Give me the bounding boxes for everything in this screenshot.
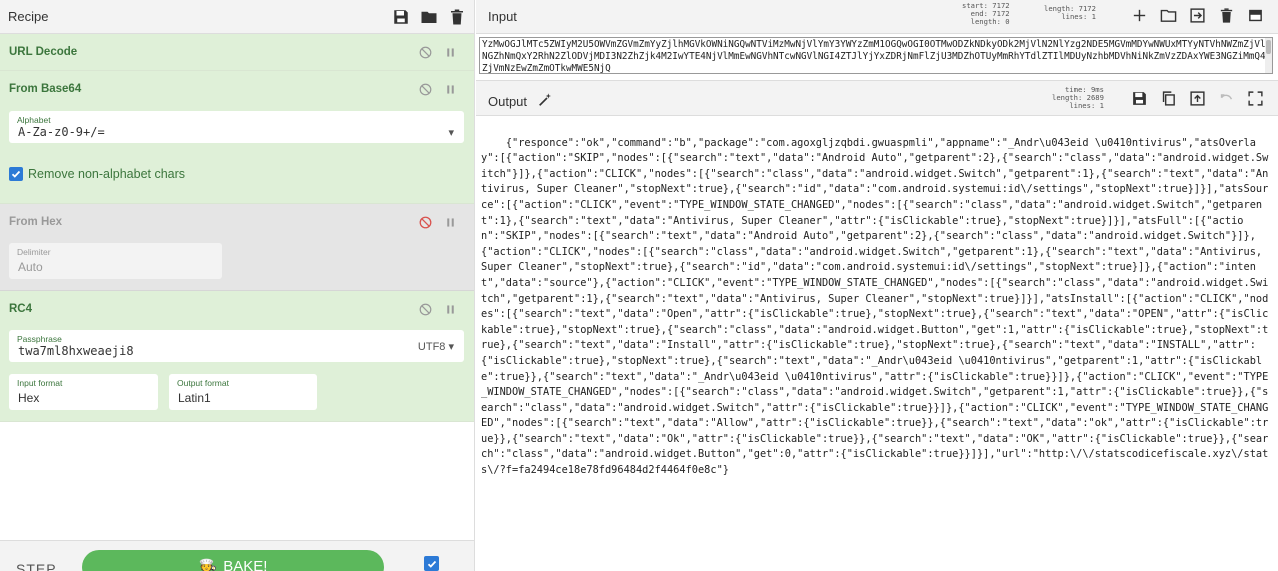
pause-icon[interactable]	[444, 83, 457, 96]
io-panel: Input start: 7172 end: 7172 length: 0 le…	[476, 0, 1278, 571]
delimiter-select[interactable]: Delimiter Auto	[9, 243, 222, 279]
maximize-icon[interactable]	[1247, 90, 1264, 107]
passphrase-input[interactable]: Passphrase twa7ml8hxweaeji8 UTF8 ▾	[9, 330, 464, 362]
recipe-title: Recipe	[8, 9, 49, 24]
operation-url-decode[interactable]: URL Decode	[0, 34, 474, 71]
step-button[interactable]: STEP	[16, 561, 57, 571]
passphrase-label: Passphrase	[17, 334, 62, 344]
undo-icon[interactable]	[1218, 90, 1235, 107]
disable-icon[interactable]	[419, 216, 432, 229]
disable-icon[interactable]	[419, 303, 432, 316]
operation-rc4[interactable]: RC4 Passphrase twa7ml8hxweaeji8 UTF8 ▾ I…	[0, 291, 474, 422]
trash-icon[interactable]	[448, 8, 466, 26]
copy-icon[interactable]	[1160, 90, 1177, 107]
operation-from-hex[interactable]: From Hex Delimiter Auto	[0, 204, 474, 291]
remove-non-alphabet-checkbox[interactable]: Remove non-alphabet chars	[9, 167, 185, 181]
save-icon[interactable]	[1131, 90, 1148, 107]
recipe-header: Recipe	[0, 0, 474, 34]
encoding-dropdown[interactable]: UTF8 ▾	[418, 340, 454, 353]
magic-wand-icon[interactable]	[537, 92, 553, 111]
output-header: Output time: 9ms length: 2689 lines: 1	[476, 80, 1278, 116]
disable-icon[interactable]	[419, 83, 432, 96]
remove-non-alphabet-label: Remove non-alphabet chars	[28, 167, 186, 181]
auto-bake-checkbox[interactable]	[424, 556, 439, 571]
folder-icon[interactable]	[420, 8, 438, 26]
input-text: YzMwOGJlMTc5ZWIyM2U5OWVmZGVmZmYyZjlhMGVk…	[482, 39, 1266, 74]
delimiter-value: Auto	[18, 260, 43, 274]
save-icon[interactable]	[392, 8, 410, 26]
disable-icon[interactable]	[419, 46, 432, 59]
input-length-stats: length: 7172 lines: 1	[1044, 4, 1096, 21]
bake-button[interactable]: 🧑‍🍳 BAKE!	[82, 550, 384, 571]
encoding-value: UTF8	[417, 341, 446, 353]
operation-title: From Base64	[9, 83, 82, 95]
output-textarea[interactable]: {"responce":"ok","command":"b","package"…	[481, 120, 1271, 565]
replace-input-icon[interactable]	[1189, 90, 1206, 107]
input-format-select[interactable]: Input format Hex	[9, 374, 158, 410]
pause-icon[interactable]	[444, 216, 457, 229]
alphabet-select[interactable]: Alphabet A-Za-z0-9+/= ▾	[9, 111, 464, 143]
input-scrollbar[interactable]	[1265, 38, 1272, 73]
trash-icon[interactable]	[1218, 7, 1235, 24]
import-file-icon[interactable]	[1189, 7, 1206, 24]
recipe-panel: Recipe URL Decode From Base64 Alphabet A…	[0, 0, 475, 571]
input-format-label: Input format	[17, 378, 63, 388]
operation-title: URL Decode	[9, 46, 78, 58]
pause-icon[interactable]	[444, 46, 457, 59]
output-stats: time: 9ms length: 2689 lines: 1	[1052, 85, 1104, 110]
chef-icon: 🧑‍🍳	[198, 559, 218, 571]
input-textarea[interactable]: YzMwOGJlMTc5ZWIyM2U5OWVmZGVmZmYyZjlhMGVk…	[479, 37, 1273, 74]
output-format-select[interactable]: Output format Latin1	[169, 374, 317, 410]
checkmark-icon	[9, 167, 23, 181]
delimiter-label: Delimiter	[17, 247, 51, 257]
input-title: Input	[488, 9, 517, 24]
recipe-controls: STEP 🧑‍🍳 BAKE!	[0, 540, 474, 571]
operation-title: From Hex	[9, 216, 63, 228]
output-format-value: Latin1	[178, 391, 211, 405]
bake-label: BAKE!	[223, 558, 268, 571]
caret-down-icon: ▾	[448, 127, 454, 139]
alphabet-label: Alphabet	[17, 115, 51, 125]
output-title: Output	[488, 92, 553, 111]
passphrase-value: twa7ml8hxweaeji8	[18, 344, 134, 358]
layout-icon[interactable]	[1247, 7, 1264, 24]
input-header: Input start: 7172 end: 7172 length: 0 le…	[476, 0, 1278, 34]
plus-icon[interactable]	[1131, 7, 1148, 24]
alphabet-value: A-Za-z0-9+/=	[18, 125, 105, 139]
open-folder-icon[interactable]	[1160, 7, 1177, 24]
output-text: {"responce":"ok","command":"b","package"…	[481, 136, 1269, 477]
operation-title: RC4	[9, 303, 33, 315]
operation-from-base64[interactable]: From Base64 Alphabet A-Za-z0-9+/= ▾ Remo…	[0, 71, 474, 204]
input-format-value: Hex	[18, 391, 40, 405]
input-selection-stats: start: 7172 end: 7172 length: 0	[962, 1, 1010, 26]
pause-icon[interactable]	[444, 303, 457, 316]
output-format-label: Output format	[177, 378, 229, 388]
